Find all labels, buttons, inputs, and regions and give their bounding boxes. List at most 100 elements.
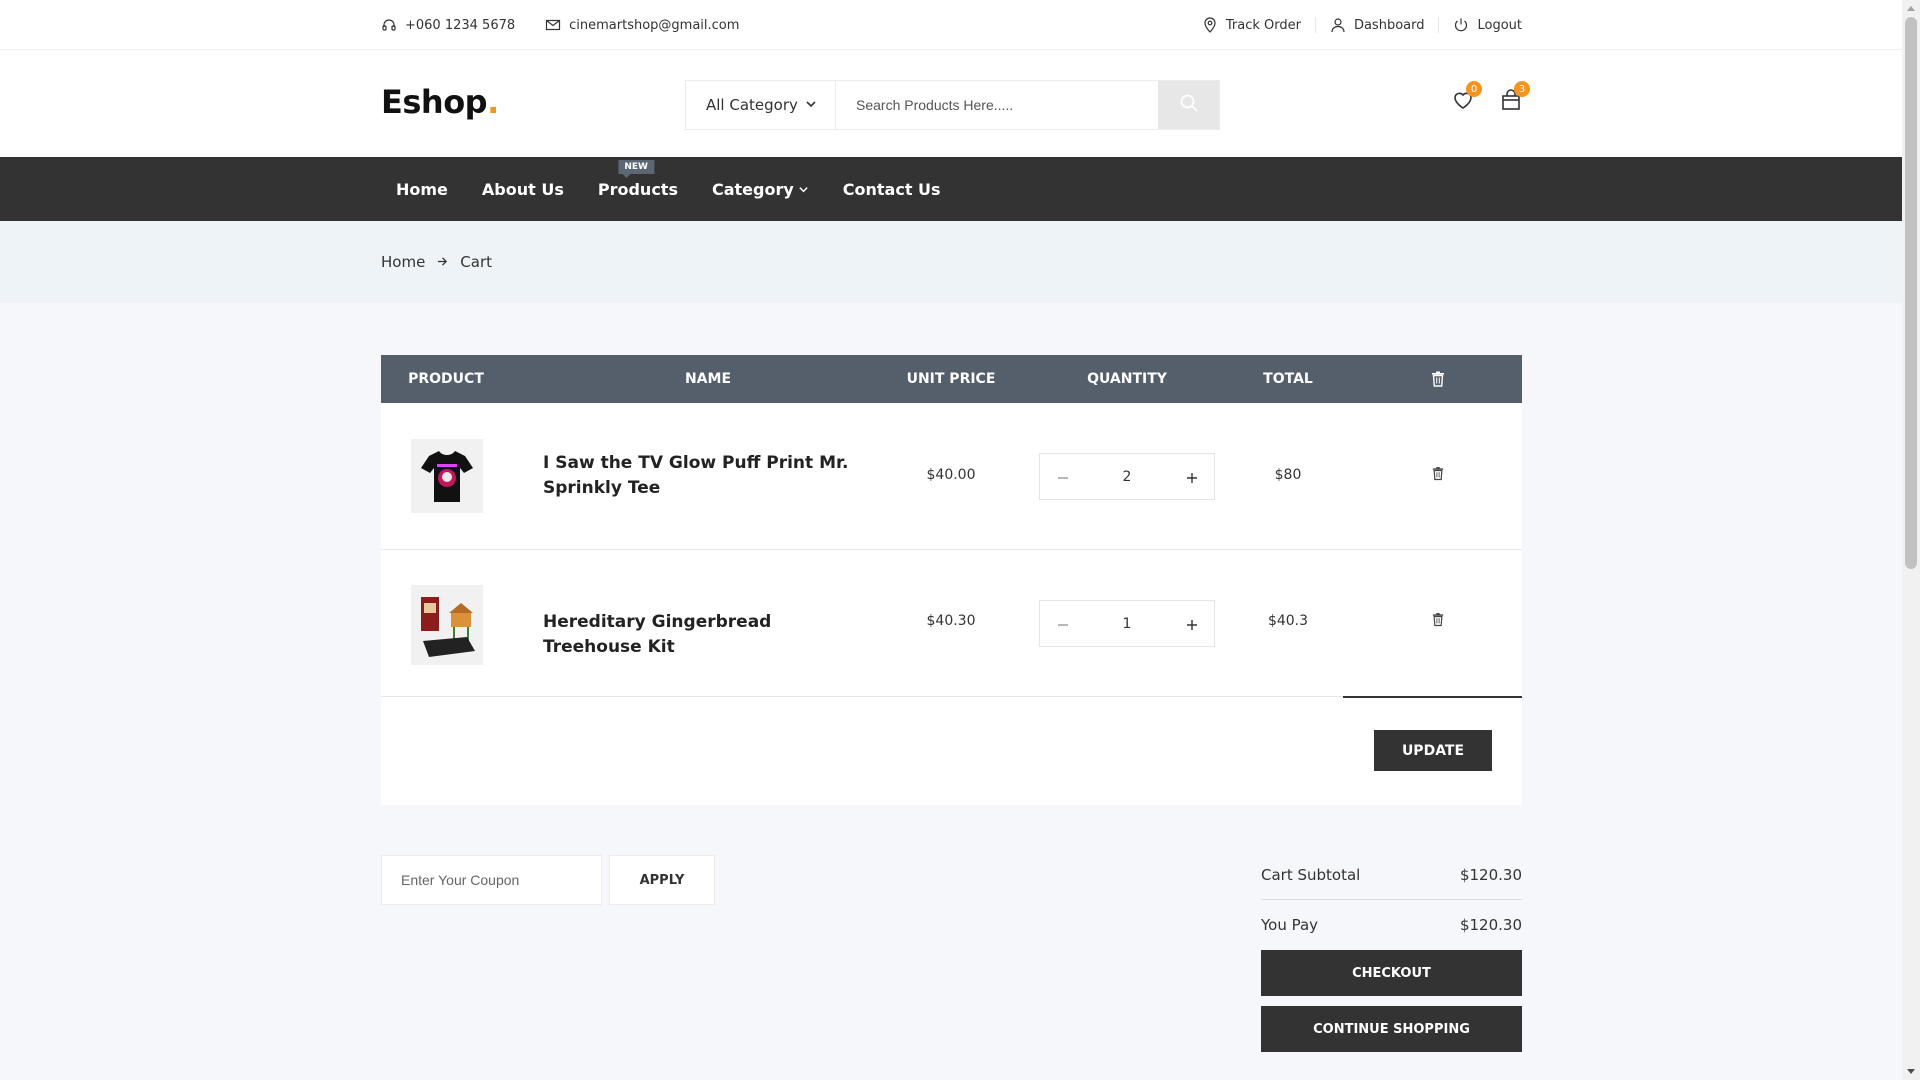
product-name[interactable]: Hereditary Gingerbread Treehouse Kit (543, 610, 873, 660)
table-row: Hereditary Gingerbread Treehouse Kit $40… (381, 550, 1522, 697)
scrollbar-thumb[interactable] (1905, 17, 1917, 569)
subtotal-row: Cart Subtotal $120.30 (1261, 850, 1522, 900)
remove-item-button[interactable] (1426, 466, 1450, 485)
mail-icon (545, 17, 561, 33)
dashboard-label: Dashboard (1353, 17, 1425, 33)
increase-quantity-button[interactable] (1169, 454, 1214, 499)
top-bar: +060 1234 5678 cinemartshop@gmail.com Tr… (0, 0, 1902, 50)
decrease-quantity-button[interactable] (1040, 454, 1085, 499)
column-header-quantity: QUANTITY (1087, 371, 1167, 387)
column-header-product: PRODUCT (408, 371, 484, 387)
logout-label: Logout (1477, 17, 1522, 33)
tshirt-image (421, 451, 473, 502)
logout-link[interactable]: Logout (1439, 17, 1522, 33)
power-icon (1453, 17, 1469, 33)
search-button[interactable] (1158, 81, 1219, 129)
dashboard-link[interactable]: Dashboard (1316, 17, 1440, 33)
update-cart-button[interactable]: UPDATE (1374, 730, 1492, 771)
phone-text: +060 1234 5678 (405, 17, 516, 33)
increase-quantity-button[interactable] (1169, 601, 1214, 646)
plus-icon (1186, 612, 1198, 636)
email-contact: cinemartshop@gmail.com (545, 17, 739, 33)
checkout-button[interactable]: CHECKOUT (1261, 950, 1522, 996)
column-header-unit-price: UNIT PRICE (906, 371, 996, 387)
apply-coupon-button[interactable]: APPLY (609, 855, 715, 905)
account-links: Track Order Dashboard Logout (1188, 0, 1522, 50)
you-pay-row: You Pay $120.30 (1261, 900, 1522, 950)
breadcrumb-home-link[interactable]: Home (381, 253, 425, 271)
cart-button[interactable]: 3 (1497, 81, 1530, 116)
product-name[interactable]: I Saw the TV Glow Puff Print Mr. Sprinkl… (543, 451, 873, 501)
wishlist-button[interactable]: 0 (1449, 81, 1482, 116)
cart-table: PRODUCT NAME UNIT PRICE QUANTITY TOTAL I… (381, 355, 1522, 805)
page-scrollbar[interactable] (1902, 0, 1920, 1080)
quantity-stepper: 1 (1039, 600, 1215, 647)
divider (1343, 696, 1522, 698)
nav-item-label: Contact Us (842, 179, 941, 199)
location-pin-icon (1202, 17, 1218, 33)
column-header-total: TOTAL (1263, 371, 1313, 387)
quantity-stepper: 2 (1039, 453, 1215, 500)
track-order-label: Track Order (1225, 17, 1301, 33)
decrease-quantity-button[interactable] (1040, 601, 1085, 646)
quantity-value[interactable]: 1 (1085, 616, 1169, 632)
remove-item-button[interactable] (1426, 612, 1450, 631)
cart-totals: Cart Subtotal $120.30 You Pay $120.30 (1261, 850, 1522, 950)
trash-icon (1432, 466, 1444, 485)
nav-item-about-us[interactable]: About Us (465, 157, 581, 221)
cart-count-badge: 3 (1514, 81, 1530, 97)
search-input[interactable] (836, 81, 1158, 129)
nav-item-category[interactable]: Category (695, 157, 826, 221)
search-icon (1179, 93, 1199, 117)
quantity-value[interactable]: 2 (1085, 469, 1169, 485)
chevron-down-icon (798, 180, 809, 199)
nav-item-home[interactable]: Home (381, 157, 465, 221)
unit-price: $40.00 (926, 467, 976, 483)
search-bar: All Category (685, 80, 1220, 130)
row-total: $80 (1274, 467, 1302, 483)
nav-item-label: About Us (481, 179, 564, 199)
scroll-up-arrow-icon[interactable] (1907, 6, 1915, 11)
new-badge: NEW (618, 160, 654, 178)
unit-price: $40.30 (926, 613, 976, 629)
nav-item-products[interactable]: NEW Products (581, 157, 695, 221)
headset-icon (381, 17, 397, 33)
nav-item-label: Category (711, 179, 794, 199)
trash-icon (1426, 355, 1450, 403)
arrow-right-icon (437, 253, 448, 271)
logo-text: Eshop (381, 83, 488, 121)
you-pay-label: You Pay (1261, 916, 1319, 934)
plus-icon (1186, 465, 1198, 489)
breadcrumb: Home Cart (0, 221, 1902, 303)
nav-item-contact-us[interactable]: Contact Us (826, 157, 958, 221)
nav-item-label: Home (396, 179, 448, 199)
email-text: cinemartshop@gmail.com (569, 17, 740, 33)
nav-menu: Home About Us NEW Products Category Cont… (381, 157, 958, 221)
continue-shopping-button[interactable]: CONTINUE SHOPPING (1261, 1006, 1522, 1052)
track-order-link[interactable]: Track Order (1188, 17, 1316, 33)
scroll-down-arrow-icon[interactable] (1907, 1069, 1915, 1074)
row-total: $40.3 (1267, 613, 1309, 629)
logo-dot: . (487, 83, 499, 121)
category-select[interactable]: All Category (686, 81, 836, 129)
category-select-value: All Category (706, 96, 798, 114)
minus-icon (1057, 465, 1069, 489)
site-header: Eshop. All Category 0 3 (0, 50, 1902, 157)
coupon-input[interactable] (381, 855, 602, 905)
chevron-down-icon (805, 96, 817, 114)
update-section: UPDATE (381, 696, 1522, 804)
minus-icon (1057, 612, 1069, 636)
column-header-name: NAME (684, 371, 732, 387)
site-logo[interactable]: Eshop. (381, 83, 499, 121)
subtotal-value: $120.30 (1459, 865, 1522, 884)
you-pay-value: $120.30 (1459, 916, 1522, 934)
table-row: I Saw the TV Glow Puff Print Mr. Sprinkl… (381, 403, 1522, 550)
user-icon (1330, 17, 1346, 33)
product-image[interactable] (411, 585, 483, 665)
gingerbread-kit-image (421, 597, 475, 657)
breadcrumb-trail: Home Cart (381, 221, 492, 303)
nav-item-label: Products (597, 179, 678, 199)
main-nav: Home About Us NEW Products Category Cont… (0, 157, 1902, 221)
phone-contact: +060 1234 5678 (381, 17, 515, 33)
product-image[interactable] (411, 439, 483, 513)
